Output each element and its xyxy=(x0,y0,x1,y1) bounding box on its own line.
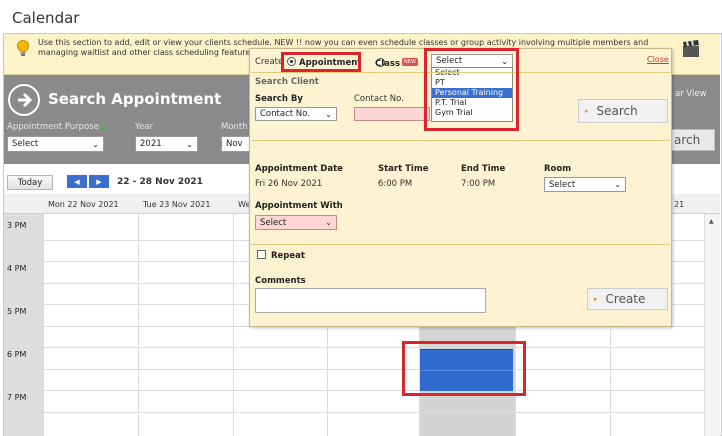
arrow-right-circle-icon xyxy=(8,84,40,116)
grid-line xyxy=(44,347,704,348)
calendar-view-label[interactable]: ar View xyxy=(675,89,707,99)
appointment-highlight xyxy=(281,52,361,72)
next-week-button[interactable]: ▶ xyxy=(89,175,109,188)
chevron-down-icon: ⌄ xyxy=(325,109,332,119)
today-button[interactable]: Today xyxy=(7,175,53,190)
page-title: Calendar xyxy=(12,9,80,27)
contact-no-input[interactable] xyxy=(354,107,430,121)
start-time-value: 6:00 PM xyxy=(378,179,413,189)
search-client-button-label: Search xyxy=(596,104,638,118)
year-select[interactable]: 2021 ⌄ xyxy=(135,136,198,152)
time-label: 7 PM xyxy=(7,393,27,402)
end-time-value: 7:00 PM xyxy=(461,179,496,189)
close-link[interactable]: Close xyxy=(647,55,669,64)
comments-label: Comments xyxy=(255,276,306,286)
end-time-label: End Time xyxy=(461,164,506,174)
event-highlight xyxy=(402,341,526,396)
play-icon: ▸ xyxy=(594,295,598,303)
purpose-label: Appointment Purpose ▲ xyxy=(7,122,108,132)
scroll-up-icon[interactable]: ▲ xyxy=(709,218,714,225)
search-client-button[interactable]: ▸ Search xyxy=(578,99,668,123)
appointment-with-label: Appointment With xyxy=(255,201,343,211)
sort-up-icon: ▲ xyxy=(101,122,108,131)
create-button-label: Create xyxy=(605,292,646,306)
vertical-scrollbar[interactable]: ▲ xyxy=(704,214,720,436)
appointment-with-value: Select xyxy=(260,217,287,228)
chevron-down-icon: ⌄ xyxy=(186,139,193,149)
date-range: 22 - 28 Nov 2021 xyxy=(117,177,203,187)
time-label: 6 PM xyxy=(7,350,27,359)
new-badge: NEW xyxy=(402,58,418,66)
grid-line xyxy=(44,369,704,370)
search-by-value: Contact No. xyxy=(260,109,310,119)
room-select[interactable]: Select ⌄ xyxy=(544,177,626,192)
search-appointment-title: Search Appointment xyxy=(48,90,222,108)
grid-divider xyxy=(233,214,234,436)
search-client-header: Search Client xyxy=(255,77,319,87)
time-label: 3 PM xyxy=(7,221,27,230)
chevron-down-icon: ⌄ xyxy=(614,180,621,189)
clapperboard-icon[interactable] xyxy=(682,40,700,58)
divider xyxy=(251,140,670,141)
play-icon: ▸ xyxy=(585,107,589,115)
chevron-left-icon: ◀ xyxy=(74,177,80,186)
appointment-date-label: Appointment Date xyxy=(255,164,343,174)
purpose-select[interactable]: Select ⌄ xyxy=(7,136,104,152)
day-header: 21 xyxy=(674,199,685,209)
create-button[interactable]: ▸ Create xyxy=(587,288,668,310)
search-appointments-button[interactable]: arch xyxy=(671,129,715,151)
grid-line xyxy=(44,412,704,413)
time-label: 5 PM xyxy=(7,307,27,316)
room-label: Room xyxy=(544,164,572,174)
year-label: Year xyxy=(135,122,153,132)
month-select[interactable]: Nov xyxy=(221,136,250,152)
dropdown-highlight xyxy=(424,48,519,131)
lightbulb-icon xyxy=(17,40,29,56)
grid-divider xyxy=(138,214,139,436)
time-label: 4 PM xyxy=(7,264,27,273)
day-header: Tue 23 Nov 2021 xyxy=(143,199,211,209)
time-column xyxy=(4,214,44,436)
chevron-right-icon: ▶ xyxy=(96,177,102,186)
chevron-down-icon: ⌄ xyxy=(325,218,332,227)
prev-week-button[interactable]: ◀ xyxy=(67,175,87,188)
appointment-date-value: Fri 26 Nov 2021 xyxy=(255,179,323,189)
comments-textarea[interactable] xyxy=(255,288,486,313)
search-by-label: Search By xyxy=(255,94,303,104)
chevron-down-icon: ⌄ xyxy=(92,139,99,149)
start-time-label: Start Time xyxy=(378,164,429,174)
create-label: Create xyxy=(255,57,284,67)
repeat-label: Repeat xyxy=(271,251,305,261)
month-label: Month xyxy=(221,122,248,132)
room-select-value: Select xyxy=(549,179,576,190)
purpose-select-value: Select xyxy=(12,139,39,149)
search-by-select[interactable]: Contact No. ⌄ xyxy=(255,107,337,121)
day-header: Mon 22 Nov 2021 xyxy=(48,199,119,209)
month-select-value: Nov xyxy=(226,139,243,149)
repeat-checkbox[interactable] xyxy=(257,250,266,259)
appointment-with-select[interactable]: Select ⌄ xyxy=(255,215,337,230)
grid-line xyxy=(44,390,704,391)
contact-no-label: Contact No. xyxy=(354,94,404,104)
divider xyxy=(251,244,670,245)
year-select-value: 2021 xyxy=(140,139,162,149)
class-option-label[interactable]: Class xyxy=(375,59,400,69)
